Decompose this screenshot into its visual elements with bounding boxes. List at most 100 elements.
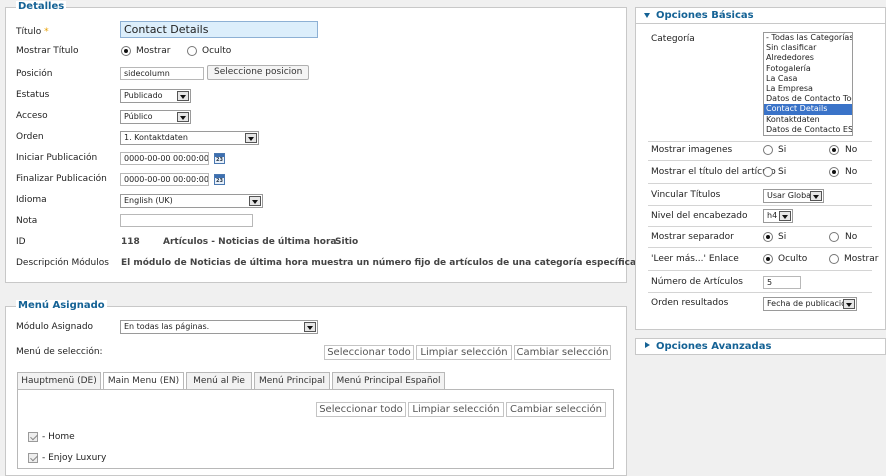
status-label: Estatus [16, 90, 50, 100]
language-label: Idioma [16, 195, 47, 205]
list-item-selected[interactable]: Contact Details [764, 104, 852, 115]
show-images-radio-yes[interactable] [763, 145, 773, 155]
show-article-title-label: Mostrar el título del artículo [651, 167, 776, 177]
chevron-down-icon [245, 133, 257, 143]
clear-selection-button[interactable]: Limpiar selección [416, 345, 512, 360]
start-publishing-label: Iniciar Publicación [16, 153, 98, 163]
tab-toggle-selection-button[interactable]: Cambiar selección [506, 402, 606, 417]
finish-publishing-label: Finalizar Publicación [16, 174, 107, 184]
show-separator-radio-yes[interactable] [763, 232, 773, 242]
position-label: Posición [16, 69, 53, 79]
link-titles-label: Vincular Títulos [651, 190, 721, 200]
details-legend: Detalles [16, 1, 67, 13]
show-separator-yes: Si [778, 232, 787, 242]
readmore-show: Mostrar [844, 254, 879, 264]
list-item[interactable]: Kontaktdaten [764, 115, 852, 125]
show-title-option-hide: Oculto [202, 46, 232, 56]
show-separator-radio-no[interactable] [829, 232, 839, 242]
list-item[interactable]: Datos de Contacto Todo [764, 94, 852, 104]
show-images-no: No [845, 145, 858, 155]
title-label: Título * [16, 27, 49, 37]
chevron-down-icon [810, 191, 822, 201]
tab-menu-al-pie[interactable]: Menú al Pie [186, 372, 252, 389]
article-count-label: Número de Artículos [651, 277, 743, 287]
module-type: Artículos - Noticias de última hora [163, 237, 337, 247]
finish-publishing-input[interactable]: 0000-00-00 00:00:00 [120, 173, 209, 186]
select-position-button[interactable]: Seleccione posicion [207, 65, 310, 80]
language-select[interactable]: English (UK) [120, 194, 263, 208]
tab-menu-principal[interactable]: Menú Principal [254, 372, 330, 389]
menu-selection-label: Menú de selección: [16, 347, 103, 357]
status-select[interactable]: Publicado [120, 89, 191, 103]
advanced-options-header[interactable]: Opciones Avanzadas [635, 338, 886, 355]
readmore-label: 'Leer más...' Enlace [651, 254, 739, 264]
access-select[interactable]: Público [120, 110, 191, 124]
header-level-label: Nivel del encabezado [651, 211, 748, 221]
header-level-select[interactable]: h4 [763, 209, 793, 223]
article-count-input[interactable]: 5 [763, 276, 801, 289]
list-item[interactable]: - Todas las Categorías - [764, 33, 852, 43]
category-label: Categoría [651, 34, 695, 44]
show-article-title-radio-yes[interactable] [763, 167, 773, 177]
menu-item-label: - Home [42, 432, 75, 442]
list-item[interactable]: Datos de Contacto ES [764, 125, 852, 135]
tab-panel [17, 389, 614, 469]
readmore-radio-show[interactable] [829, 254, 839, 264]
ordering-select[interactable]: Fecha de publicación [763, 297, 857, 311]
show-title-label: Mostrar Título [16, 46, 79, 56]
toggle-selection-button[interactable]: Cambiar selección [514, 345, 611, 360]
tab-main-menu[interactable]: Main Menu (EN) [103, 372, 184, 390]
select-all-button[interactable]: Seleccionar todo [324, 345, 414, 360]
title-input[interactable]: Contact Details [120, 21, 318, 38]
readmore-radio-hide[interactable] [763, 254, 773, 264]
menu-item-checkbox[interactable] [28, 453, 38, 463]
show-title-radio-hide[interactable] [187, 46, 197, 56]
basic-options-header[interactable]: Opciones Básicas [635, 7, 886, 24]
link-titles-select[interactable]: Usar Global [763, 189, 824, 203]
triangle-right-icon [645, 342, 650, 348]
menu-item-label: - Enjoy Luxury [42, 453, 107, 463]
module-assignment-label: Módulo Asignado [16, 322, 94, 332]
module-assignment-select[interactable]: En todas las páginas. [120, 320, 318, 334]
module-client: Sitio [335, 237, 359, 247]
triangle-down-icon [644, 13, 650, 18]
show-images-label: Mostrar imagenes [651, 145, 733, 155]
show-separator-label: Mostrar separador [651, 232, 734, 242]
category-listbox[interactable]: - Todas las Categorías - Sin clasificar … [763, 32, 853, 136]
show-title-radio-show[interactable] [121, 46, 131, 56]
tab-menu-principal-espanol[interactable]: Menú Principal Español [332, 372, 445, 389]
description-label: Descripción Módulos [16, 258, 109, 268]
order-select[interactable]: 1. Kontaktdaten [120, 131, 259, 145]
show-title-option-show: Mostrar [136, 46, 171, 56]
tab-hauptmenu[interactable]: Hauptmenü (DE) [17, 372, 101, 389]
show-separator-no: No [845, 232, 858, 242]
start-publishing-input[interactable]: 0000-00-00 00:00:00 [120, 152, 209, 165]
description-value: El módulo de Noticias de última hora mue… [121, 258, 640, 268]
calendar-icon[interactable]: 23 [214, 153, 225, 164]
basic-options-title: Opciones Básicas [656, 10, 754, 21]
chevron-down-icon [779, 211, 791, 221]
list-item[interactable]: Fotogalería [764, 64, 852, 74]
menu-item-checkbox[interactable] [28, 432, 38, 442]
chevron-down-icon [177, 91, 189, 101]
chevron-down-icon [304, 322, 316, 332]
position-input[interactable]: sidecolumn [120, 67, 204, 80]
advanced-options-title: Opciones Avanzadas [656, 341, 772, 352]
tab-clear-selection-button[interactable]: Limpiar selección [408, 402, 504, 417]
chevron-down-icon [843, 299, 855, 309]
list-item[interactable]: La Empresa [764, 84, 852, 94]
calendar-icon[interactable]: 23 [214, 174, 225, 185]
tab-select-all-button[interactable]: Seleccionar todo [316, 402, 406, 417]
note-input[interactable] [120, 214, 253, 227]
id-label: ID [16, 237, 26, 247]
list-item[interactable]: Alrededores [764, 53, 852, 63]
list-item[interactable]: La Casa [764, 74, 852, 84]
show-images-yes: Si [778, 145, 787, 155]
note-label: Nota [16, 216, 38, 226]
show-article-title-no: No [845, 167, 858, 177]
show-article-title-radio-no[interactable] [829, 167, 839, 177]
order-label: Orden [16, 132, 44, 142]
list-item[interactable]: Sin clasificar [764, 43, 852, 53]
show-images-radio-no[interactable] [829, 145, 839, 155]
show-article-title-yes: Si [778, 167, 787, 177]
